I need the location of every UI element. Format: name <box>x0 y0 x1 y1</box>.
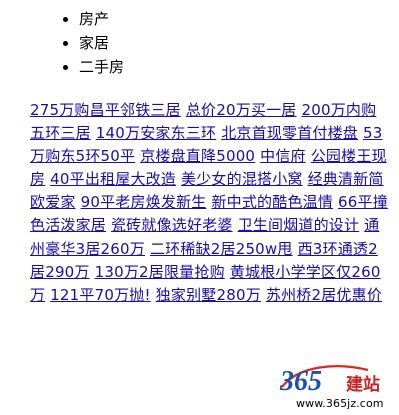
logo-brand: 建站 <box>346 374 380 395</box>
page: 房产 家居 二手房 275万购昌平邻铁三居 总价20万买一居 200万内购五环三… <box>0 0 399 415</box>
link-item[interactable]: 275万购昌平邻铁三居 <box>30 101 181 119</box>
link-item[interactable]: 瓷砖就像选好老婆 <box>111 216 233 234</box>
link-item[interactable]: 121平70万抛! <box>50 286 151 304</box>
nav-item-home[interactable]: 家居 <box>79 31 399 55</box>
site-watermark: 365 建站 www.365jz.com <box>276 358 398 414</box>
watermark-logo: 365 建站 <box>279 365 380 396</box>
link-item[interactable]: 中信府 <box>260 147 306 165</box>
link-item[interactable]: 总价20万买一居 <box>186 101 297 119</box>
link-item[interactable]: 苏州桥2居优惠价 <box>266 286 382 304</box>
link-item[interactable]: 40平出租屋大改造 <box>50 170 176 188</box>
link-item[interactable]: 130万2居限量抢购 <box>95 263 225 281</box>
watermark-url: www.365jz.com <box>296 397 384 410</box>
link-item[interactable]: 独家别墅280万 <box>156 286 261 304</box>
link-item[interactable]: 卫生间烟道的设计 <box>238 216 360 234</box>
link-item[interactable]: 新中式的酷色温情 <box>211 193 333 211</box>
link-item[interactable]: 北京首现零首付楼盘 <box>221 124 358 142</box>
nav-item-house[interactable]: 房产 <box>79 7 399 31</box>
link-block: 275万购昌平邻铁三居 总价20万买一居 200万内购五环三居 140万安家东三… <box>30 99 390 307</box>
nav-list: 房产 家居 二手房 <box>0 0 399 79</box>
logo-number: 365 <box>279 366 322 396</box>
link-item[interactable]: 90平老房焕发新生 <box>81 193 207 211</box>
link-item[interactable]: 京楼盘直降5000 <box>140 147 255 165</box>
link-item[interactable]: 140万安家东三环 <box>96 124 216 142</box>
link-item[interactable]: 美少女的混搭小窝 <box>181 170 303 188</box>
link-item[interactable]: 二环稀缺2居250w甩 <box>150 240 293 258</box>
nav-item-secondhand[interactable]: 二手房 <box>79 55 399 79</box>
